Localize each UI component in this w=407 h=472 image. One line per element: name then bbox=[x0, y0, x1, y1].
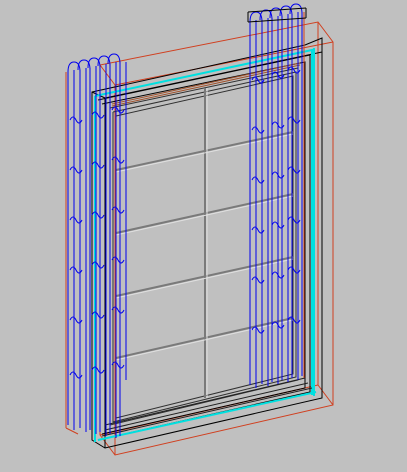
curtain-rod bbox=[247, 7, 307, 23]
mullion-grid bbox=[115, 88, 294, 398]
window-wireframe-drawing bbox=[65, 3, 334, 456]
cad-viewport[interactable] bbox=[0, 0, 407, 472]
left-curtain bbox=[67, 53, 127, 438]
